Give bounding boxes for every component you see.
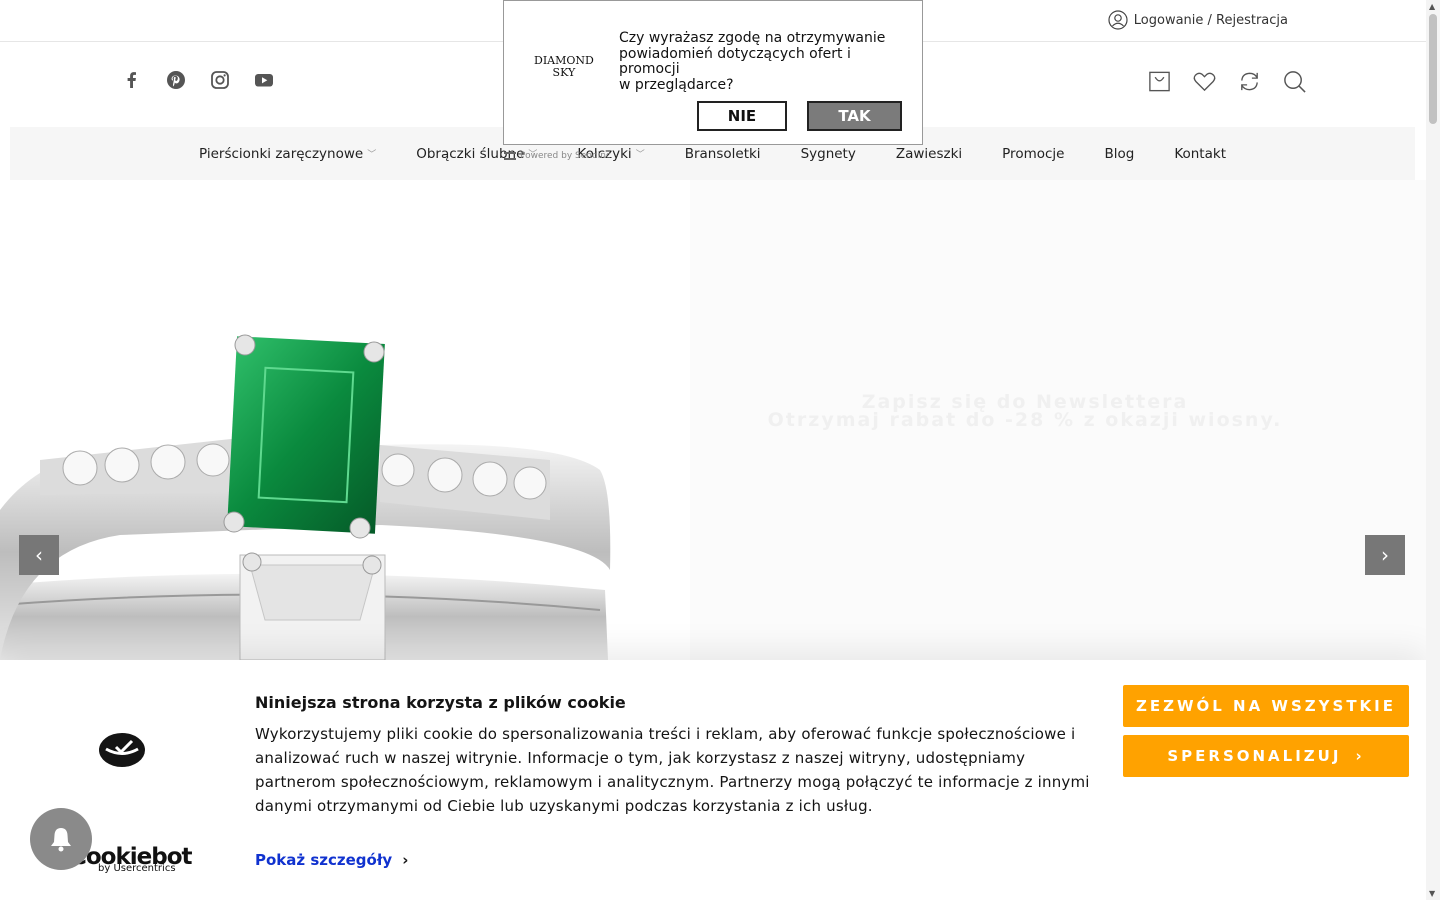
pinterest-icon[interactable]: [164, 68, 188, 92]
login-label: Logowanie / Rejestracja: [1133, 12, 1288, 28]
ring-image: [0, 334, 611, 660]
nav-item-blog[interactable]: Blog: [1084, 146, 1154, 162]
allow-all-label: ZEZWÓL NA WSZYSTKIE: [1135, 697, 1397, 715]
nav-item-engagement-rings[interactable]: Pierścionki zaręczynowe ﹀: [179, 146, 396, 162]
nav-label: Pierścionki zaręczynowe: [199, 145, 364, 162]
user-icon: [1108, 10, 1128, 30]
push-message: Czy wyrażasz zgodę na otrzymywanie powia…: [619, 30, 909, 93]
notification-bell-button[interactable]: [30, 808, 92, 870]
bell-icon: [51, 828, 71, 852]
nav-item-contact[interactable]: Kontakt: [1154, 146, 1246, 162]
nav-item-pendants[interactable]: Zawieszki: [876, 146, 982, 162]
page-scrollbar[interactable]: ▲ ▼: [1426, 0, 1440, 900]
nav-label: Bransoletki: [684, 145, 761, 162]
logo-line-2: SKY: [552, 66, 576, 79]
scroll-up-icon[interactable]: ▲: [1429, 2, 1435, 11]
nav-item-promotions[interactable]: Promocje: [982, 146, 1084, 162]
allow-all-button[interactable]: ZEZWÓL NA WSZYSTKIE: [1123, 685, 1409, 727]
scrollbar-thumb[interactable]: [1429, 14, 1437, 124]
nav-label: Zawieszki: [895, 145, 963, 162]
cookiebot-brand-sub: by Usercentrics: [98, 863, 176, 874]
chevron-right-icon: ›: [1381, 543, 1389, 567]
instagram-icon[interactable]: [208, 68, 232, 92]
nav-label: Blog: [1104, 145, 1135, 162]
hero-newsletter-text: Zapisz się do Newslettera Otrzymaj rabat…: [690, 393, 1360, 431]
push-decline-button[interactable]: NIE: [697, 101, 787, 131]
chevron-down-icon: ﹀: [635, 150, 645, 160]
cookiebot-logo-icon: [99, 733, 145, 767]
customize-label: SPERSONALIZUJ: [1167, 747, 1342, 765]
search-icon[interactable]: [1281, 68, 1307, 94]
powered-label: Powered by Sendinc: [520, 151, 611, 161]
show-details-label: Pokaż szczegóły: [255, 851, 393, 869]
nav-label: Sygnety: [800, 145, 856, 162]
push-message-line-1: Czy wyrażasz zgodę na otrzymywanie powia…: [619, 30, 886, 77]
compare-icon[interactable]: [1236, 68, 1262, 94]
push-accept-button[interactable]: TAK: [807, 101, 902, 131]
heart-icon[interactable]: [1191, 68, 1217, 94]
slider-next-button[interactable]: ›: [1365, 535, 1405, 575]
cookie-title: Niniejsza strona korzysta z plików cooki…: [255, 693, 626, 712]
login-link[interactable]: Logowanie / Rejestracja: [1108, 10, 1288, 30]
slider-prev-button[interactable]: ‹: [19, 535, 59, 575]
chevron-down-icon: ﹀: [367, 150, 377, 160]
nav-label: Kontakt: [1174, 145, 1226, 162]
chevron-right-icon: ›: [1355, 747, 1365, 765]
header-actions: [1146, 68, 1307, 94]
social-links: [120, 68, 276, 92]
page: Logowanie / Rejestracja Pierścionki zarę…: [0, 0, 1440, 900]
cart-icon[interactable]: [1146, 68, 1172, 94]
cookie-body: Wykorzystujemy pliki cookie do spersonal…: [255, 725, 1090, 815]
hero-slider: Zapisz się do Newslettera Otrzymaj rabat…: [0, 180, 1426, 660]
menu-icon: [504, 152, 516, 160]
cookie-banner: Cookiebot by Usercentrics Niniejsza stro…: [0, 660, 1426, 900]
hero-line-2: Otrzymaj rabat do -28 % z okazji wiosny.: [767, 409, 1283, 431]
show-details-link[interactable]: Pokaż szczegóły ›: [255, 851, 408, 869]
chevron-left-icon: ‹: [35, 543, 43, 567]
scroll-down-icon[interactable]: ▼: [1429, 889, 1435, 898]
push-permission-popup: DIAMOND SKY Czy wyrażasz zgodę na otrzym…: [503, 0, 923, 145]
nav-item-bracelets[interactable]: Bransoletki: [665, 146, 781, 162]
facebook-icon[interactable]: [120, 68, 144, 92]
diamond-sky-logo: DIAMOND SKY: [534, 55, 594, 79]
customize-button[interactable]: SPERSONALIZUJ ›: [1123, 735, 1409, 777]
youtube-icon[interactable]: [252, 68, 276, 92]
nav-label: Promocje: [1002, 145, 1065, 162]
push-message-line-2: w przeglądarce?: [619, 76, 734, 93]
powered-by: Powered by Sendinc: [504, 151, 611, 161]
chevron-right-icon: ›: [402, 851, 409, 869]
nav-item-signets[interactable]: Sygnety: [781, 146, 876, 162]
